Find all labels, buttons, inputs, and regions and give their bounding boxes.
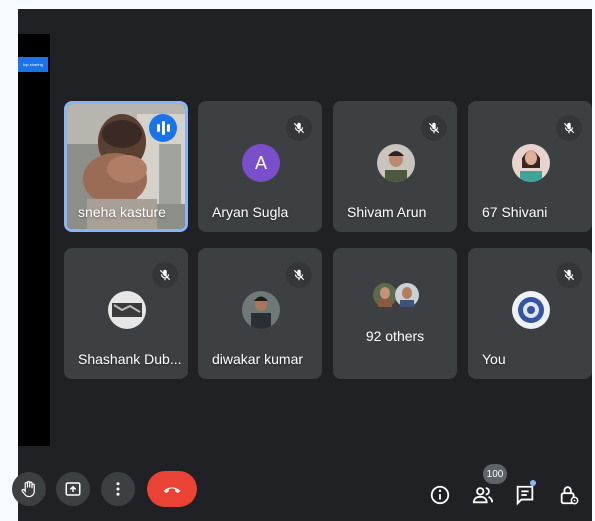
participant-tile-shashank[interactable]: Shashank Dub...	[64, 248, 188, 379]
others-avatar-2	[395, 283, 419, 307]
people-button[interactable]	[471, 483, 495, 507]
more-options-button[interactable]	[101, 472, 135, 506]
present-icon	[65, 482, 81, 496]
participant-name: You	[482, 351, 506, 367]
end-call-icon	[163, 487, 181, 494]
chat-notification-dot	[530, 480, 536, 486]
screen-edge-left	[0, 0, 18, 521]
avatar	[512, 144, 550, 182]
mic-off-icon	[152, 262, 178, 288]
mic-off-icon	[286, 262, 312, 288]
mic-off-icon	[421, 115, 447, 141]
participant-name: diwakar kumar	[212, 351, 304, 367]
end-call-button[interactable]	[147, 471, 197, 507]
participant-name: 67 Shivani	[482, 204, 548, 220]
participant-tile-aryan[interactable]: A Aryan Sugla	[198, 101, 322, 232]
people-count-badge: 100	[483, 464, 507, 484]
people-icon	[472, 487, 494, 504]
mic-off-icon	[286, 115, 312, 141]
mic-off-icon	[556, 115, 582, 141]
participant-tile-shivam[interactable]: Shivam Arun	[333, 101, 457, 232]
others-avatar-1	[373, 283, 397, 307]
raise-hand-button[interactable]	[12, 472, 46, 506]
avatar: A	[242, 144, 280, 182]
participant-tile-you[interactable]: You	[468, 248, 592, 379]
avatar	[242, 291, 280, 329]
avatar	[512, 291, 550, 329]
participant-name: Shivam Arun	[347, 204, 427, 220]
meeting-details-button[interactable]	[428, 483, 452, 507]
participant-name: Shashank Dub...	[78, 351, 182, 367]
participant-tile-others[interactable]: 92 others	[333, 248, 457, 379]
stop-sharing-button[interactable]: top sharing	[18, 57, 48, 72]
participant-name: Aryan Sugla	[212, 204, 289, 220]
screen-edge-top	[0, 0, 595, 9]
participant-tile-sneha[interactable]: sneha kasture	[64, 101, 188, 232]
meeting-controls-bar: 100	[12, 462, 595, 521]
avatar	[108, 291, 146, 329]
speaking-indicator-icon	[149, 114, 177, 142]
others-count-label: 92 others	[365, 328, 425, 344]
host-controls-button[interactable]	[557, 483, 581, 507]
more-options-icon	[116, 482, 120, 496]
avatar	[377, 144, 415, 182]
participant-name: sneha kasture	[78, 204, 166, 220]
mic-off-icon	[556, 262, 582, 288]
present-button[interactable]	[56, 472, 90, 506]
chat-icon	[516, 485, 534, 506]
raise-hand-icon	[21, 480, 35, 498]
info-icon	[430, 485, 450, 505]
participant-tile-shivani[interactable]: 67 Shivani	[468, 101, 592, 232]
chat-button[interactable]	[513, 483, 537, 507]
host-controls-icon	[560, 486, 579, 505]
shared-screen-panel	[18, 34, 50, 446]
participant-tile-diwakar[interactable]: diwakar kumar	[198, 248, 322, 379]
